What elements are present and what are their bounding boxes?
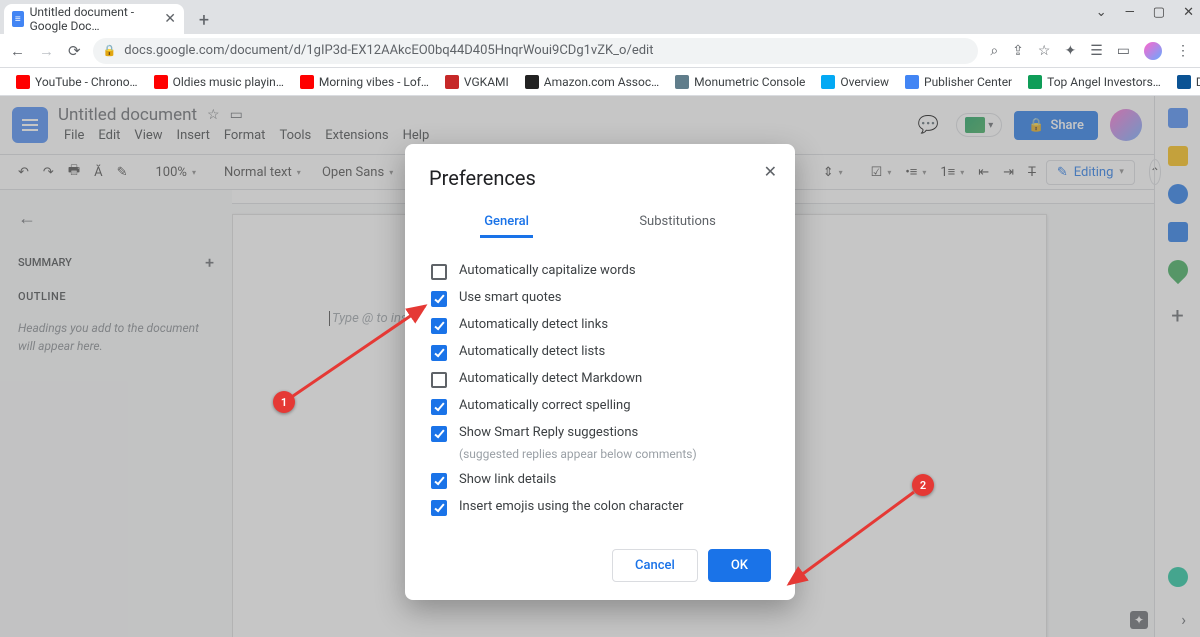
back-icon[interactable]: ←: [10, 42, 25, 60]
bookmark-label: Overview: [840, 75, 889, 89]
pref-row: Show link details: [429, 467, 771, 494]
pref-checkbox[interactable]: [431, 426, 447, 442]
pref-label: Show Smart Reply suggestions: [459, 425, 638, 440]
bookmark-icon: [821, 75, 835, 89]
cancel-button[interactable]: Cancel: [612, 549, 698, 582]
url-text: docs.google.com/document/d/1gIP3d-EX12AA…: [124, 43, 653, 58]
bookmark-icon: [905, 75, 919, 89]
side-panel-icon[interactable]: ▭: [1117, 43, 1130, 59]
pref-label: Use smart quotes: [459, 290, 561, 305]
reload-icon[interactable]: ⟳: [68, 42, 81, 60]
close-icon[interactable]: ✕: [164, 11, 176, 27]
extensions-icon[interactable]: ✦: [1064, 43, 1076, 59]
pref-row: Automatically detect Markdown: [429, 366, 771, 393]
pref-checkbox[interactable]: [431, 291, 447, 307]
bookmarks-bar: YouTube - Chrono… Oldies music playin… Mor…: [0, 68, 1200, 96]
bookmark-item[interactable]: VGKAMI: [439, 72, 515, 92]
browser-tabstrip: ≡ Untitled document - Google Doc… ✕ + ⌄ …: [0, 0, 1200, 34]
lock-icon: 🔒: [103, 44, 117, 57]
docs-favicon: ≡: [12, 11, 24, 27]
pref-label: Insert emojis using the colon character: [459, 499, 684, 514]
bookmark-label: Amazon.com Assoc…: [544, 75, 659, 89]
bookmark-item[interactable]: Morning vibes - Lof…: [294, 72, 435, 92]
bookmark-icon: [1177, 75, 1191, 89]
pref-checkbox[interactable]: [431, 318, 447, 334]
bookmark-label: Publisher Center: [924, 75, 1012, 89]
bookmark-item[interactable]: YouTube - Chrono…: [10, 72, 144, 92]
pref-row: Show Smart Reply suggestions: [429, 420, 771, 447]
pref-label: Automatically correct spelling: [459, 398, 631, 413]
pref-row: Automatically correct spelling: [429, 393, 771, 420]
pref-checkbox[interactable]: [431, 264, 447, 280]
bookmark-icon: [154, 75, 168, 89]
bookmark-icon: [300, 75, 314, 89]
bookmark-label: Dashboard: [1196, 75, 1200, 89]
share-page-icon[interactable]: ⇪: [1012, 43, 1024, 59]
bookmark-item[interactable]: Amazon.com Assoc…: [519, 72, 665, 92]
bookmark-label: Top Angel Investors…: [1047, 75, 1161, 89]
pref-row: Automatically capitalize words: [429, 258, 771, 285]
tab-substitutions[interactable]: Substitutions: [635, 208, 719, 238]
pref-checkbox[interactable]: [431, 399, 447, 415]
bookmark-label: Oldies music playin…: [173, 75, 284, 89]
forward-icon[interactable]: →: [39, 42, 54, 60]
pref-label: Show link details: [459, 472, 556, 487]
pref-label: Automatically detect Markdown: [459, 371, 642, 386]
bookmark-icon: [525, 75, 539, 89]
bookmark-item[interactable]: Oldies music playin…: [148, 72, 290, 92]
omnibox[interactable]: 🔒 docs.google.com/document/d/1gIP3d-EX12…: [93, 38, 979, 64]
profile-icon[interactable]: [1144, 42, 1162, 60]
dialog-title: Preferences: [429, 166, 771, 190]
maximize-icon[interactable]: ▢: [1153, 5, 1165, 20]
bookmark-icon: [675, 75, 689, 89]
minimize-icon[interactable]: —: [1125, 5, 1135, 20]
annotation-marker-2: 2: [912, 474, 934, 496]
search-icon[interactable]: ⌕: [990, 43, 998, 59]
tab-title: Untitled document - Google Doc…: [30, 5, 159, 33]
close-dialog-icon[interactable]: ✕: [764, 162, 777, 181]
bookmark-icon: [1028, 75, 1042, 89]
pref-row: Insert emojis using the colon character: [429, 494, 771, 521]
annotation-marker-1: 1: [273, 391, 295, 413]
bookmark-item[interactable]: Overview: [815, 72, 895, 92]
kebab-icon[interactable]: ⋮: [1176, 43, 1190, 59]
pref-checkbox[interactable]: [431, 500, 447, 516]
pref-checkbox[interactable]: [431, 345, 447, 361]
bookmark-icon: [16, 75, 30, 89]
bookmark-item[interactable]: Monumetric Console: [669, 72, 811, 92]
chevron-down-icon[interactable]: ⌄: [1096, 5, 1107, 20]
bookmark-label: YouTube - Chrono…: [35, 75, 138, 89]
pref-row: Automatically detect links: [429, 312, 771, 339]
pref-checkbox[interactable]: [431, 372, 447, 388]
preferences-dialog: Preferences ✕ General Substitutions Auto…: [405, 144, 795, 600]
bookmark-item[interactable]: Top Angel Investors…: [1022, 72, 1167, 92]
modal-overlay: Preferences ✕ General Substitutions Auto…: [0, 96, 1200, 637]
pref-label: Automatically detect links: [459, 317, 608, 332]
ok-button[interactable]: OK: [708, 549, 771, 582]
bookmark-item[interactable]: Dashboard: [1171, 72, 1200, 92]
bookmark-icon: [445, 75, 459, 89]
address-bar: ← → ⟳ 🔒 docs.google.com/document/d/1gIP3…: [0, 34, 1200, 68]
window-close-icon[interactable]: ✕: [1183, 5, 1194, 20]
pref-row: Use smart quotes: [429, 285, 771, 312]
bookmark-item[interactable]: Publisher Center: [899, 72, 1018, 92]
reading-list-icon[interactable]: ☰: [1090, 43, 1103, 59]
star-icon[interactable]: ☆: [1038, 43, 1051, 59]
pref-sublabel: (suggested replies appear below comments…: [459, 447, 771, 461]
pref-row: Automatically detect lists: [429, 339, 771, 366]
browser-tab[interactable]: ≡ Untitled document - Google Doc… ✕: [4, 4, 184, 34]
pref-label: Automatically capitalize words: [459, 263, 636, 278]
tab-general[interactable]: General: [480, 208, 533, 238]
bookmark-label: Morning vibes - Lof…: [319, 75, 429, 89]
new-tab-button[interactable]: +: [190, 6, 218, 34]
pref-checkbox[interactable]: [431, 473, 447, 489]
bookmark-label: Monumetric Console: [694, 75, 805, 89]
pref-label: Automatically detect lists: [459, 344, 605, 359]
bookmark-label: VGKAMI: [464, 75, 509, 89]
